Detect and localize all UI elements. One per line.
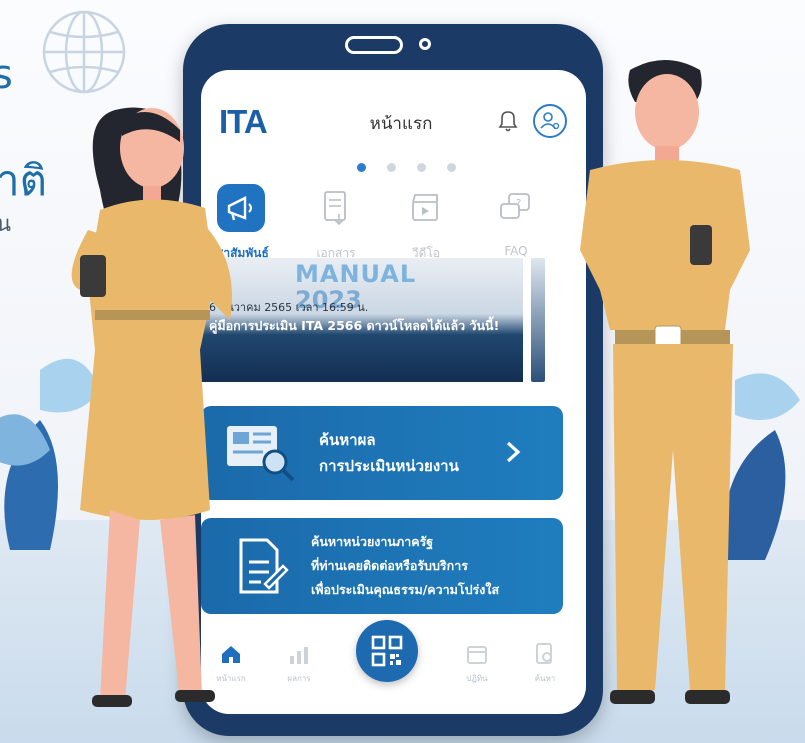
banner-big-text: MANUAL bbox=[295, 260, 417, 288]
card-line: เพื่อประเมินคุณธรรม/ความโปร่งใส bbox=[311, 582, 500, 597]
svg-text:?: ? bbox=[516, 198, 521, 209]
clapperboard-icon bbox=[401, 184, 449, 232]
carousel-dot[interactable] bbox=[417, 163, 426, 172]
background-text-1: s bbox=[0, 52, 13, 98]
carousel-dot[interactable] bbox=[357, 163, 366, 172]
globe-icon bbox=[42, 10, 126, 94]
man-illustration bbox=[580, 60, 750, 704]
card-line: ที่ท่านเคยติดต่อหรือรับบริการ bbox=[311, 558, 468, 573]
bell-icon[interactable] bbox=[496, 108, 520, 134]
qr-code-icon bbox=[371, 635, 403, 667]
card-title-line: การประเมินหน่วยงาน bbox=[319, 457, 459, 475]
woman-illustration bbox=[71, 107, 232, 707]
card-title-line: ค้นหาผล bbox=[319, 431, 376, 449]
chat-question-icon: ? bbox=[491, 184, 539, 232]
banner-headline: คู่มือการประเมิน ITA 2566 ดาวน์โหลดได้แล… bbox=[209, 318, 500, 333]
calendar-icon bbox=[467, 646, 487, 664]
search-evaluation-card[interactable]: ค้นหาผล การประเมินหน่วยงาน bbox=[201, 406, 563, 500]
nav-results[interactable]: ผลการ bbox=[285, 640, 313, 683]
card-line: ค้นหาหน่วยงานภาครัฐ bbox=[311, 534, 434, 549]
nav-label: ผลการ bbox=[287, 674, 311, 683]
page-title: หน้าแรก bbox=[369, 114, 433, 134]
chevron-right-icon bbox=[506, 441, 521, 463]
carousel-dot[interactable] bbox=[387, 163, 396, 172]
carousel-dots bbox=[341, 163, 461, 173]
search-agency-card[interactable]: ค้นหาหน่วยงานภาครัฐ ที่ท่านเคยติดต่อหรือ… bbox=[201, 518, 563, 614]
bottom-navigation: หน้าแรก ผลการ ปฏิทิน ค้นหา bbox=[201, 620, 586, 714]
phone-speaker bbox=[345, 36, 403, 54]
carousel-dot[interactable] bbox=[447, 163, 456, 172]
tab-label: FAQ bbox=[504, 244, 528, 258]
background-text-3: น bbox=[0, 212, 12, 237]
nav-calendar[interactable]: ปฏิทิน bbox=[463, 640, 491, 683]
qr-scan-button[interactable] bbox=[356, 620, 418, 682]
next-banner-preview[interactable] bbox=[531, 258, 545, 382]
document-icon bbox=[311, 184, 359, 232]
phone-screen: ITA หน้าแรก ชาสัมพันธ์ เอกสาร วีดีโอ ? F… bbox=[201, 70, 586, 714]
phone-camera bbox=[419, 38, 431, 50]
nav-label: ปฏิทิน bbox=[466, 674, 488, 683]
chart-icon bbox=[290, 647, 308, 664]
app-header: ITA หน้าแรก bbox=[201, 70, 586, 173]
